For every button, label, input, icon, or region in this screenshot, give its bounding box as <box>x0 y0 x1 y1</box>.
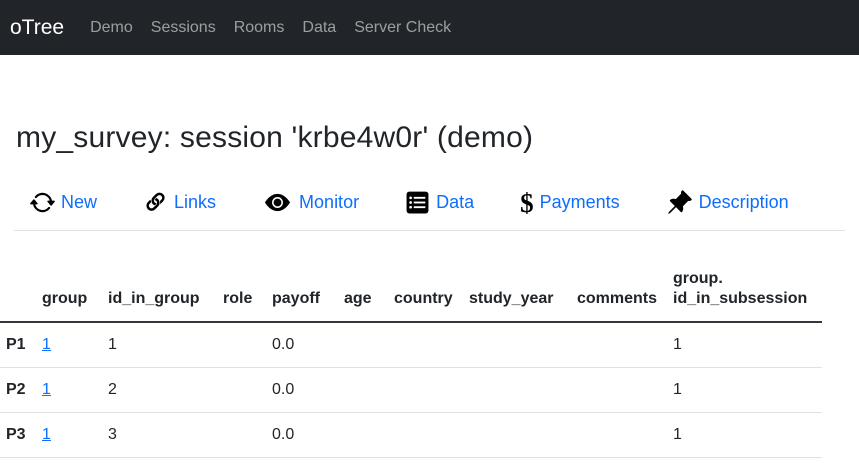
tab-payments[interactable]: $ Payments <box>520 191 620 215</box>
cell-id-in-group: 3 <box>102 413 217 458</box>
participant-label: P3 <box>0 413 36 458</box>
cell-payoff: 0.0 <box>266 322 338 368</box>
group-link[interactable]: 1 <box>42 381 51 398</box>
header-comments: comments <box>571 251 667 322</box>
cell-id-in-group: 2 <box>102 368 217 413</box>
nav-item-server-check[interactable]: Server Check <box>345 11 460 45</box>
header-group-id-in-subsession: group. id_in_subsession <box>667 251 822 322</box>
participant-label: P2 <box>0 368 36 413</box>
tab-monitor-label: Monitor <box>299 192 359 213</box>
header-id-in-group: id_in_group <box>102 251 217 322</box>
cell-country <box>388 368 463 413</box>
tab-new-label: New <box>61 192 97 213</box>
tab-data[interactable]: Data <box>405 190 474 215</box>
table-row: P3 1 3 0.0 1 <box>0 413 822 458</box>
nav-item-rooms[interactable]: Rooms <box>225 11 294 45</box>
table-row: P1 1 1 0.0 1 <box>0 322 822 368</box>
tab-monitor[interactable]: Monitor <box>262 190 359 215</box>
header-role: role <box>217 251 266 322</box>
cell-study-year <box>463 413 571 458</box>
participants-table: group id_in_group role payoff age countr… <box>0 251 822 458</box>
cell-group-id-in-subsession: 1 <box>667 322 822 368</box>
navbar-links: Demo Sessions Rooms Data Server Check <box>81 11 460 45</box>
top-navbar: oTree Demo Sessions Rooms Data Server Ch… <box>0 0 859 55</box>
cell-comments <box>571 413 667 458</box>
cell-group-id-in-subsession: 1 <box>667 413 822 458</box>
tab-links-label: Links <box>174 192 216 213</box>
dollar-icon: $ <box>520 191 534 215</box>
cell-payoff: 0.0 <box>266 413 338 458</box>
table-row: P2 1 2 0.0 1 <box>0 368 822 413</box>
cell-id-in-group: 1 <box>102 322 217 368</box>
session-tab-bar: New Links Monitor <box>14 189 845 231</box>
nav-item-sessions[interactable]: Sessions <box>142 11 225 45</box>
cell-age <box>338 368 388 413</box>
group-link[interactable]: 1 <box>42 426 51 443</box>
header-age: age <box>338 251 388 322</box>
page-title: my_survey: session 'krbe4w0r' (demo) <box>0 55 859 155</box>
cell-group-id-in-subsession: 1 <box>667 368 822 413</box>
participant-label: P1 <box>0 322 36 368</box>
tab-description-label: Description <box>699 192 789 213</box>
header-payoff: payoff <box>266 251 338 322</box>
cell-age <box>338 322 388 368</box>
tab-data-label: Data <box>436 192 474 213</box>
cell-study-year <box>463 322 571 368</box>
nav-item-data[interactable]: Data <box>293 11 345 45</box>
cell-payoff: 0.0 <box>266 368 338 413</box>
list-icon <box>405 190 430 215</box>
cell-comments <box>571 368 667 413</box>
tab-links[interactable]: Links <box>143 190 216 215</box>
header-study-year: study_year <box>463 251 571 322</box>
link-icon <box>143 190 168 215</box>
otree-brand[interactable]: oTree <box>10 16 64 40</box>
cell-country <box>388 322 463 368</box>
tab-payments-label: Payments <box>540 192 620 213</box>
header-row-label <box>0 251 36 322</box>
cell-age <box>338 413 388 458</box>
eye-icon <box>262 190 293 215</box>
header-country: country <box>388 251 463 322</box>
tab-new[interactable]: New <box>30 190 97 215</box>
cell-role <box>217 368 266 413</box>
group-link[interactable]: 1 <box>42 336 51 353</box>
cell-role <box>217 413 266 458</box>
refresh-icon <box>30 190 55 215</box>
tab-description[interactable]: Description <box>666 189 789 216</box>
pin-icon <box>666 189 693 216</box>
nav-item-demo[interactable]: Demo <box>81 11 142 45</box>
cell-study-year <box>463 368 571 413</box>
cell-role <box>217 322 266 368</box>
table-header-row: group id_in_group role payoff age countr… <box>0 251 822 322</box>
cell-comments <box>571 322 667 368</box>
cell-country <box>388 413 463 458</box>
header-group: group <box>36 251 102 322</box>
